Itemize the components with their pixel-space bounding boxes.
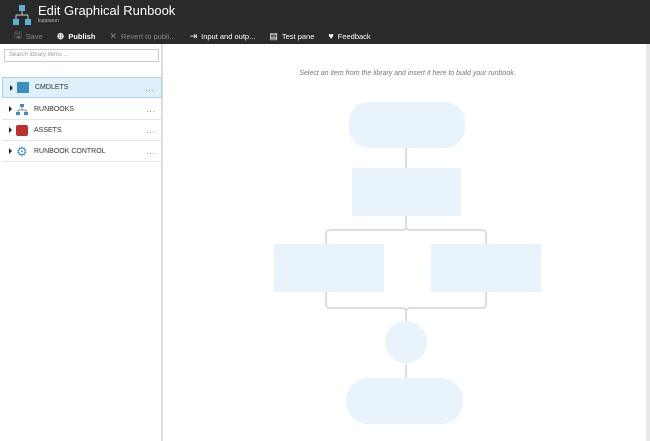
expand-icon[interactable] [9, 148, 12, 154]
revert-label: Revert to publi... [120, 31, 176, 41]
library-item-runbook-control[interactable]: ⚙ RUNBOOK CONTROL... [2, 141, 162, 162]
expand-icon[interactable] [10, 84, 13, 91]
gear-icon: ⚙ [16, 143, 28, 159]
more-button[interactable]: ... [146, 126, 156, 135]
start-shape [349, 102, 465, 148]
placeholder-flowchart [274, 102, 541, 424]
item-label: RUNBOOK CONTROL [34, 147, 106, 155]
end-shape [346, 378, 463, 424]
item-label: RUNBOOKS [34, 105, 75, 113]
expand-icon[interactable] [9, 127, 12, 133]
item-label: ASSETS [34, 126, 62, 134]
header: Edit Graphical Runbook kupparun 🖫 Save ⊕ P… [0, 0, 650, 44]
test-pane-label: Test pane [281, 31, 315, 41]
feedback-button[interactable]: ♥ Feedback [328, 31, 370, 41]
more-button[interactable]: ... [146, 147, 156, 156]
branch-right-shape [431, 244, 541, 292]
runbook-logo-icon [13, 5, 31, 25]
test-pane-button[interactable]: ▤ Test pane [269, 31, 314, 42]
input-output-label: Input and outp... [201, 31, 256, 41]
test-pane-icon: ▤ [269, 30, 278, 41]
runbook-canvas[interactable]: Select an item from the library and inse… [165, 44, 650, 441]
activity-shape [352, 168, 461, 216]
item-label: CMDLETS [35, 84, 69, 91]
save-label: Save [25, 31, 43, 41]
search-input[interactable]: Search library items ... [4, 49, 159, 62]
feedback-label: Feedback [337, 31, 371, 41]
more-button[interactable]: ... [145, 84, 155, 93]
runbook-icon [16, 103, 28, 115]
expand-icon[interactable] [9, 106, 12, 112]
cmdlet-icon [17, 82, 29, 93]
branch-left-shape [274, 244, 384, 292]
save-button[interactable]: 🖫 Save [14, 28, 43, 44]
toolbar: 🖫 Save ⊕ Publish ✕ Revert to publi... ⇥ Inpu… [0, 28, 371, 44]
library-item-runbooks[interactable]: RUNBOOKS... [2, 99, 162, 120]
input-output-icon: ⇥ [189, 30, 198, 41]
toolbox-icon [16, 124, 28, 136]
library-item-cmdlets[interactable]: CMDLETS... [2, 77, 162, 98]
save-icon: 🖫 [14, 30, 22, 40]
input-output-button[interactable]: ⇥ Input and outp... [190, 31, 256, 42]
close-icon: ✕ [109, 30, 117, 41]
publish-label: Publish [68, 31, 96, 41]
publish-button[interactable]: ⊕ Publish [57, 31, 96, 42]
globe-icon: ⊕ [56, 30, 65, 41]
page-title: Edit Graphical Runbook [38, 3, 176, 18]
more-button[interactable]: ... [146, 105, 156, 114]
heart-icon: ♥ [328, 31, 334, 41]
library-panel: Search library items ... CMDLETS... RUNB… [0, 44, 163, 441]
page-subtitle: kupparun [38, 18, 59, 24]
junction-shape [385, 321, 427, 363]
library-item-assets[interactable]: ASSETS... [2, 120, 162, 141]
revert-button[interactable]: ✕ Revert to publi... [109, 31, 175, 42]
